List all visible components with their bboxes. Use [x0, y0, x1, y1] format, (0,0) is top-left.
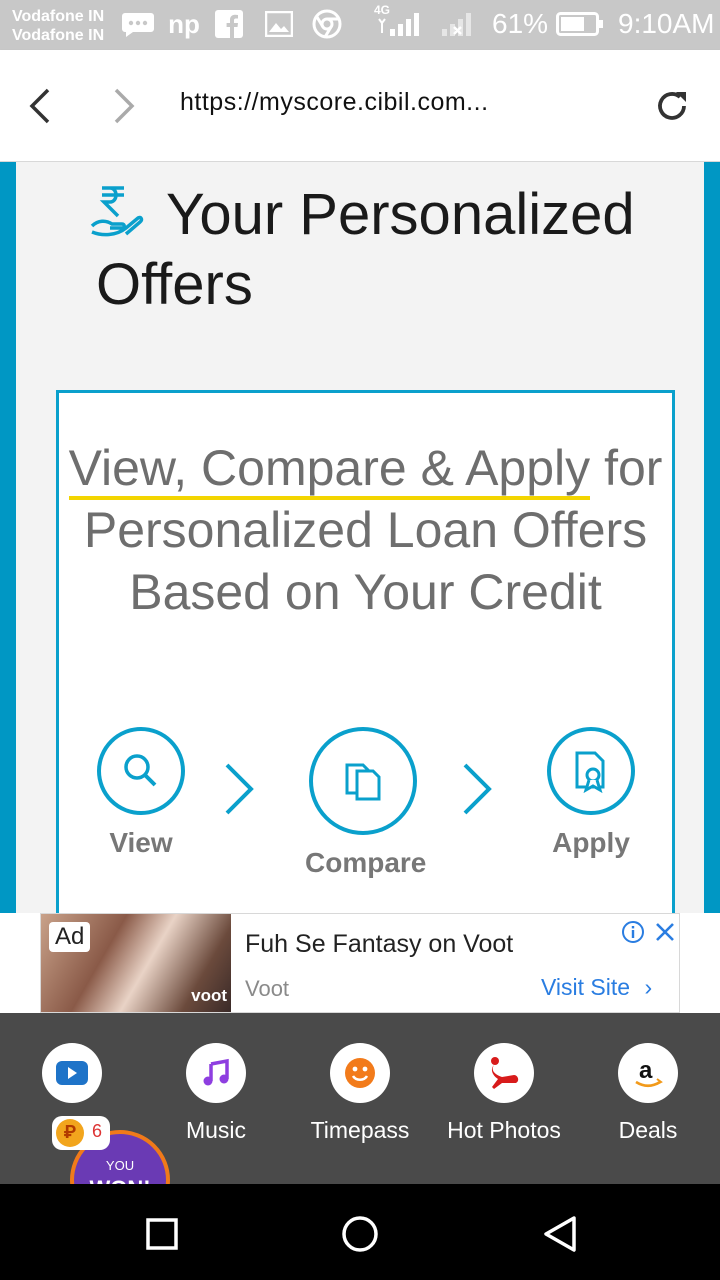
system-nav-bar [0, 1184, 720, 1280]
reload-icon[interactable] [650, 84, 694, 128]
url-field[interactable]: https://myscore.cibil.com... [180, 88, 489, 117]
app-deals-label: Deals [618, 1117, 678, 1143]
won-small-text: YOU [105, 1158, 135, 1173]
app-timepass-label: Timepass [310, 1117, 410, 1143]
signal-icon: 4G [372, 3, 422, 39]
step-view[interactable]: View [93, 727, 189, 859]
browser-toolbar: https://myscore.cibil.com... [0, 50, 720, 162]
back-icon[interactable] [540, 1214, 580, 1254]
ad-cta-label: Visit Site [541, 974, 631, 1000]
battery-percent: 61% [492, 8, 549, 39]
forward-arrow-icon[interactable] [100, 82, 144, 130]
chrome-icon [312, 9, 342, 39]
app-timepass[interactable]: Timepass [290, 1043, 430, 1144]
app-hot-photos-label: Hot Photos [447, 1117, 561, 1143]
headline-highlight: View, Compare & Apply [68, 440, 591, 500]
app-music-label: Music [185, 1117, 247, 1143]
step-compare-label: Compare [305, 847, 427, 878]
ad-title[interactable]: Fuh Se Fantasy on Voot [245, 930, 513, 959]
ad-banner: Ad voot Fuh Se Fantasy on Voot Voot Visi… [0, 913, 720, 1013]
copy-icon [309, 727, 417, 835]
chevron-right-icon [225, 763, 254, 815]
music-icon [186, 1043, 246, 1103]
gallery-icon [264, 9, 294, 39]
home-icon[interactable] [340, 1214, 380, 1254]
step-compare[interactable]: Compare [305, 727, 427, 879]
ad-advertiser: Voot [245, 976, 290, 1001]
offers-card: View, Compare & Apply for Personalized L… [56, 390, 675, 930]
coin-counter[interactable]: ₽ 6 [52, 1116, 110, 1150]
ad-cta-button[interactable]: Visit Site › [541, 974, 652, 1001]
step-view-label: View [109, 827, 173, 858]
back-arrow-icon[interactable] [20, 82, 64, 130]
page-title: Your Personalized Offers [96, 180, 696, 320]
app-music[interactable]: Music [146, 1043, 286, 1144]
info-icon[interactable] [621, 920, 645, 944]
amazon-icon: a [618, 1043, 678, 1103]
app-deals[interactable]: a Deals [578, 1043, 718, 1144]
step-apply[interactable]: Apply [543, 727, 639, 859]
ad-image[interactable]: Ad voot [41, 914, 231, 1012]
chat-icon [121, 9, 155, 39]
search-icon [97, 727, 185, 815]
chevron-right-icon [463, 763, 492, 815]
carrier-names: Vodafone IN Vodafone IN [12, 7, 104, 45]
facebook-icon [214, 9, 244, 39]
app-hot-photos[interactable]: Hot Photos [434, 1043, 574, 1144]
ad-brand-logo: voot [191, 986, 227, 1005]
web-page: Your Personalized Offers View, Compare &… [0, 162, 720, 930]
no-signal-icon [440, 9, 476, 39]
coin-count: 6 [92, 1121, 103, 1141]
recents-icon[interactable] [142, 1214, 182, 1254]
carrier-2: Vodafone IN [12, 27, 105, 44]
ad-badge: Ad [49, 922, 91, 952]
ad-container[interactable]: Ad voot Fuh Se Fantasy on Voot Voot Visi… [40, 913, 680, 1013]
np-icon: np [168, 8, 200, 39]
video-icon [42, 1043, 102, 1103]
battery-icon [556, 9, 604, 39]
page-content: Your Personalized Offers View, Compare &… [16, 162, 704, 930]
svg-text:a: a [639, 1057, 653, 1084]
coin-icon: ₽ [56, 1119, 84, 1147]
status-bar: Vodafone IN Vodafone IN np 4G 61% 9:10AM [0, 0, 720, 50]
card-headline: View, Compare & Apply for Personalized L… [59, 437, 672, 623]
close-icon[interactable] [653, 920, 677, 944]
page-title-text: Your Personalized Offers [96, 182, 635, 317]
hot-photos-icon [474, 1043, 534, 1103]
carrier-1: Vodafone IN [12, 8, 105, 25]
network-type: 4G [374, 3, 391, 17]
clock: 9:10AM [618, 8, 715, 39]
step-apply-label: Apply [552, 827, 630, 858]
certificate-icon [547, 727, 635, 815]
smiley-icon [330, 1043, 390, 1103]
